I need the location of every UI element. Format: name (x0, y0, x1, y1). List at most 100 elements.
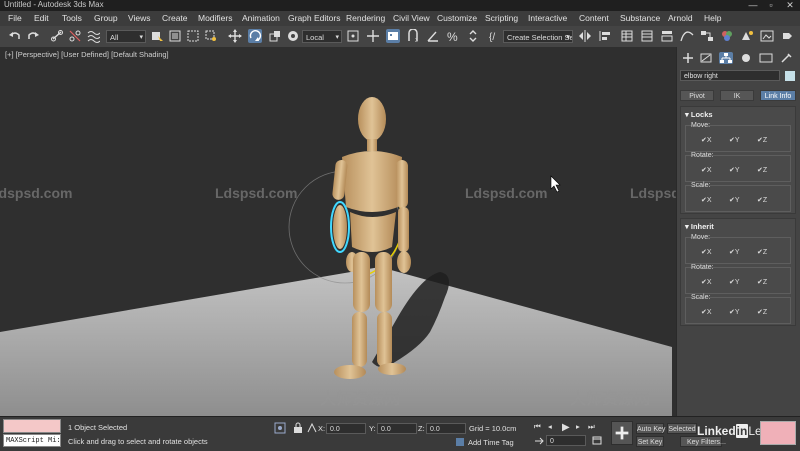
link-info-tab-button[interactable]: Link Info (760, 90, 796, 101)
menu-civil-view[interactable]: Civil View (393, 13, 430, 23)
locks-move-y-checkbox[interactable]: ✔Y (729, 136, 740, 144)
pivot-tab-button[interactable]: Pivot (680, 90, 714, 101)
redo-icon[interactable] (26, 29, 40, 43)
viewport-label[interactable]: [+] [Perspective] [User Defined] [Defaul… (5, 50, 169, 59)
menu-help[interactable]: Help (704, 13, 721, 23)
inherit-scale-y-checkbox[interactable]: ✔Y (729, 308, 740, 316)
inherit-rollout-header[interactable]: ▾ Inherit (685, 222, 714, 231)
locks-rotate-z-checkbox[interactable]: ✔Z (757, 166, 767, 174)
scene-explorer-icon[interactable] (620, 29, 634, 43)
keyboard-shortcut-toggle-icon[interactable] (386, 29, 400, 43)
motion-tab-icon[interactable] (739, 52, 753, 64)
display-tab-icon[interactable] (759, 52, 773, 64)
key-mode-icon[interactable] (534, 436, 544, 446)
selection-filter-dropdown[interactable]: All ▾ (106, 30, 146, 43)
auto-key-button[interactable]: Auto Key (636, 423, 665, 434)
locks-scale-z-checkbox[interactable]: ✔Z (757, 196, 767, 204)
add-time-tag[interactable]: Add Time Tag (468, 438, 514, 447)
toggle-ribbon-icon[interactable] (660, 29, 674, 43)
inherit-scale-z-checkbox[interactable]: ✔Z (757, 308, 767, 316)
material-editor-icon[interactable] (720, 29, 734, 43)
y-coord-field[interactable]: 0.0 (377, 423, 417, 434)
align-icon[interactable] (598, 29, 612, 43)
inherit-rotate-y-checkbox[interactable]: ✔Y (729, 278, 740, 286)
locks-scale-y-checkbox[interactable]: ✔Y (729, 196, 740, 204)
select-object-icon[interactable] (150, 29, 164, 43)
select-by-name-icon[interactable] (168, 29, 182, 43)
rect-selection-icon[interactable] (186, 29, 200, 43)
menu-create[interactable]: Create (162, 13, 188, 23)
menu-file[interactable]: File (8, 13, 22, 23)
ik-tab-button[interactable]: IK (720, 90, 754, 101)
layer-explorer-icon[interactable] (640, 29, 654, 43)
perspective-viewport[interactable]: [+] [Perspective] [User Defined] [Defaul… (0, 47, 676, 416)
maximize-button[interactable]: ▫ (762, 0, 780, 11)
current-frame-field[interactable]: 0 (546, 435, 586, 446)
rotate-icon[interactable] (248, 29, 262, 43)
link-icon[interactable] (50, 29, 64, 43)
time-config-icon[interactable] (592, 435, 602, 445)
create-tab-icon[interactable] (681, 52, 695, 64)
set-key-button[interactable]: Set Key (636, 436, 664, 447)
curve-editor-icon[interactable] (680, 29, 694, 43)
locks-move-z-checkbox[interactable]: ✔Z (757, 136, 767, 144)
window-crossing-icon[interactable] (204, 29, 218, 43)
isolate-selection-icon[interactable] (274, 422, 286, 434)
menu-substance[interactable]: Substance (620, 13, 660, 23)
menu-graph-editors[interactable]: Graph Editors (288, 13, 340, 23)
menu-customize[interactable]: Customize (437, 13, 477, 23)
go-to-end-icon[interactable]: ⏭ (588, 422, 595, 432)
selection-lock-icon[interactable] (292, 422, 304, 434)
menu-rendering[interactable]: Rendering (346, 13, 385, 23)
hierarchy-tab-icon[interactable] (719, 52, 733, 64)
locks-scale-x-checkbox[interactable]: ✔X (701, 196, 712, 204)
maxscript-listener-output[interactable] (3, 419, 61, 433)
locks-move-x-checkbox[interactable]: ✔X (701, 136, 712, 144)
inherit-move-y-checkbox[interactable]: ✔Y (729, 248, 740, 256)
menu-group[interactable]: Group (94, 13, 118, 23)
next-frame-icon[interactable]: ▸ (576, 422, 580, 431)
viewport-navigation-swatch[interactable] (760, 421, 796, 445)
menu-views[interactable]: Views (128, 13, 151, 23)
move-icon[interactable] (228, 29, 242, 43)
x-coord-field[interactable]: 0.0 (326, 423, 366, 434)
mirror-icon[interactable] (578, 29, 592, 43)
absolute-mode-icon[interactable] (306, 422, 318, 434)
schematic-view-icon[interactable] (700, 29, 714, 43)
unlink-icon[interactable] (68, 29, 82, 43)
play-icon[interactable]: ▶ (562, 422, 570, 433)
menu-interactive[interactable]: Interactive (528, 13, 567, 23)
named-selection-dropdown[interactable]: Create Selection Se ▾ (503, 30, 573, 43)
close-button[interactable]: ✕ (781, 0, 799, 11)
coord-system-dropdown[interactable]: Local ▾ (302, 30, 342, 43)
maxscript-mini-listener[interactable]: MAXScript Mi: (3, 434, 61, 447)
render-production-icon[interactable] (780, 29, 794, 43)
menu-arnold[interactable]: Arnold (668, 13, 693, 23)
select-manipulate-icon[interactable] (366, 29, 380, 43)
spinner-snap-icon[interactable] (466, 29, 480, 43)
inherit-rotate-z-checkbox[interactable]: ✔Z (757, 278, 767, 286)
utilities-tab-icon[interactable] (779, 52, 793, 64)
go-to-start-icon[interactable]: ⏮ (534, 422, 541, 432)
menu-modifiers[interactable]: Modifiers (198, 13, 232, 23)
locks-rotate-x-checkbox[interactable]: ✔X (701, 166, 712, 174)
selected-dropdown[interactable]: Selected (667, 423, 697, 434)
scale-icon[interactable] (268, 29, 282, 43)
locks-rollout-header[interactable]: ▾ Locks (685, 110, 713, 119)
menu-animation[interactable]: Animation (242, 13, 280, 23)
locks-rotate-y-checkbox[interactable]: ✔Y (729, 166, 740, 174)
object-color-swatch[interactable] (785, 71, 795, 81)
inherit-move-z-checkbox[interactable]: ✔Z (757, 248, 767, 256)
inherit-scale-x-checkbox[interactable]: ✔X (701, 308, 712, 316)
menu-scripting[interactable]: Scripting (485, 13, 518, 23)
set-keys-button[interactable] (611, 421, 633, 445)
modify-tab-icon[interactable] (699, 52, 713, 64)
render-setup-icon[interactable] (740, 29, 754, 43)
undo-icon[interactable] (8, 29, 22, 43)
rendered-frame-window-icon[interactable] (760, 29, 774, 43)
angle-snap-icon[interactable] (426, 29, 440, 43)
object-name-field[interactable]: elbow right (680, 70, 780, 81)
inherit-rotate-x-checkbox[interactable]: ✔X (701, 278, 712, 286)
z-coord-field[interactable]: 0.0 (426, 423, 466, 434)
bind-spacewarp-icon[interactable] (86, 29, 100, 43)
